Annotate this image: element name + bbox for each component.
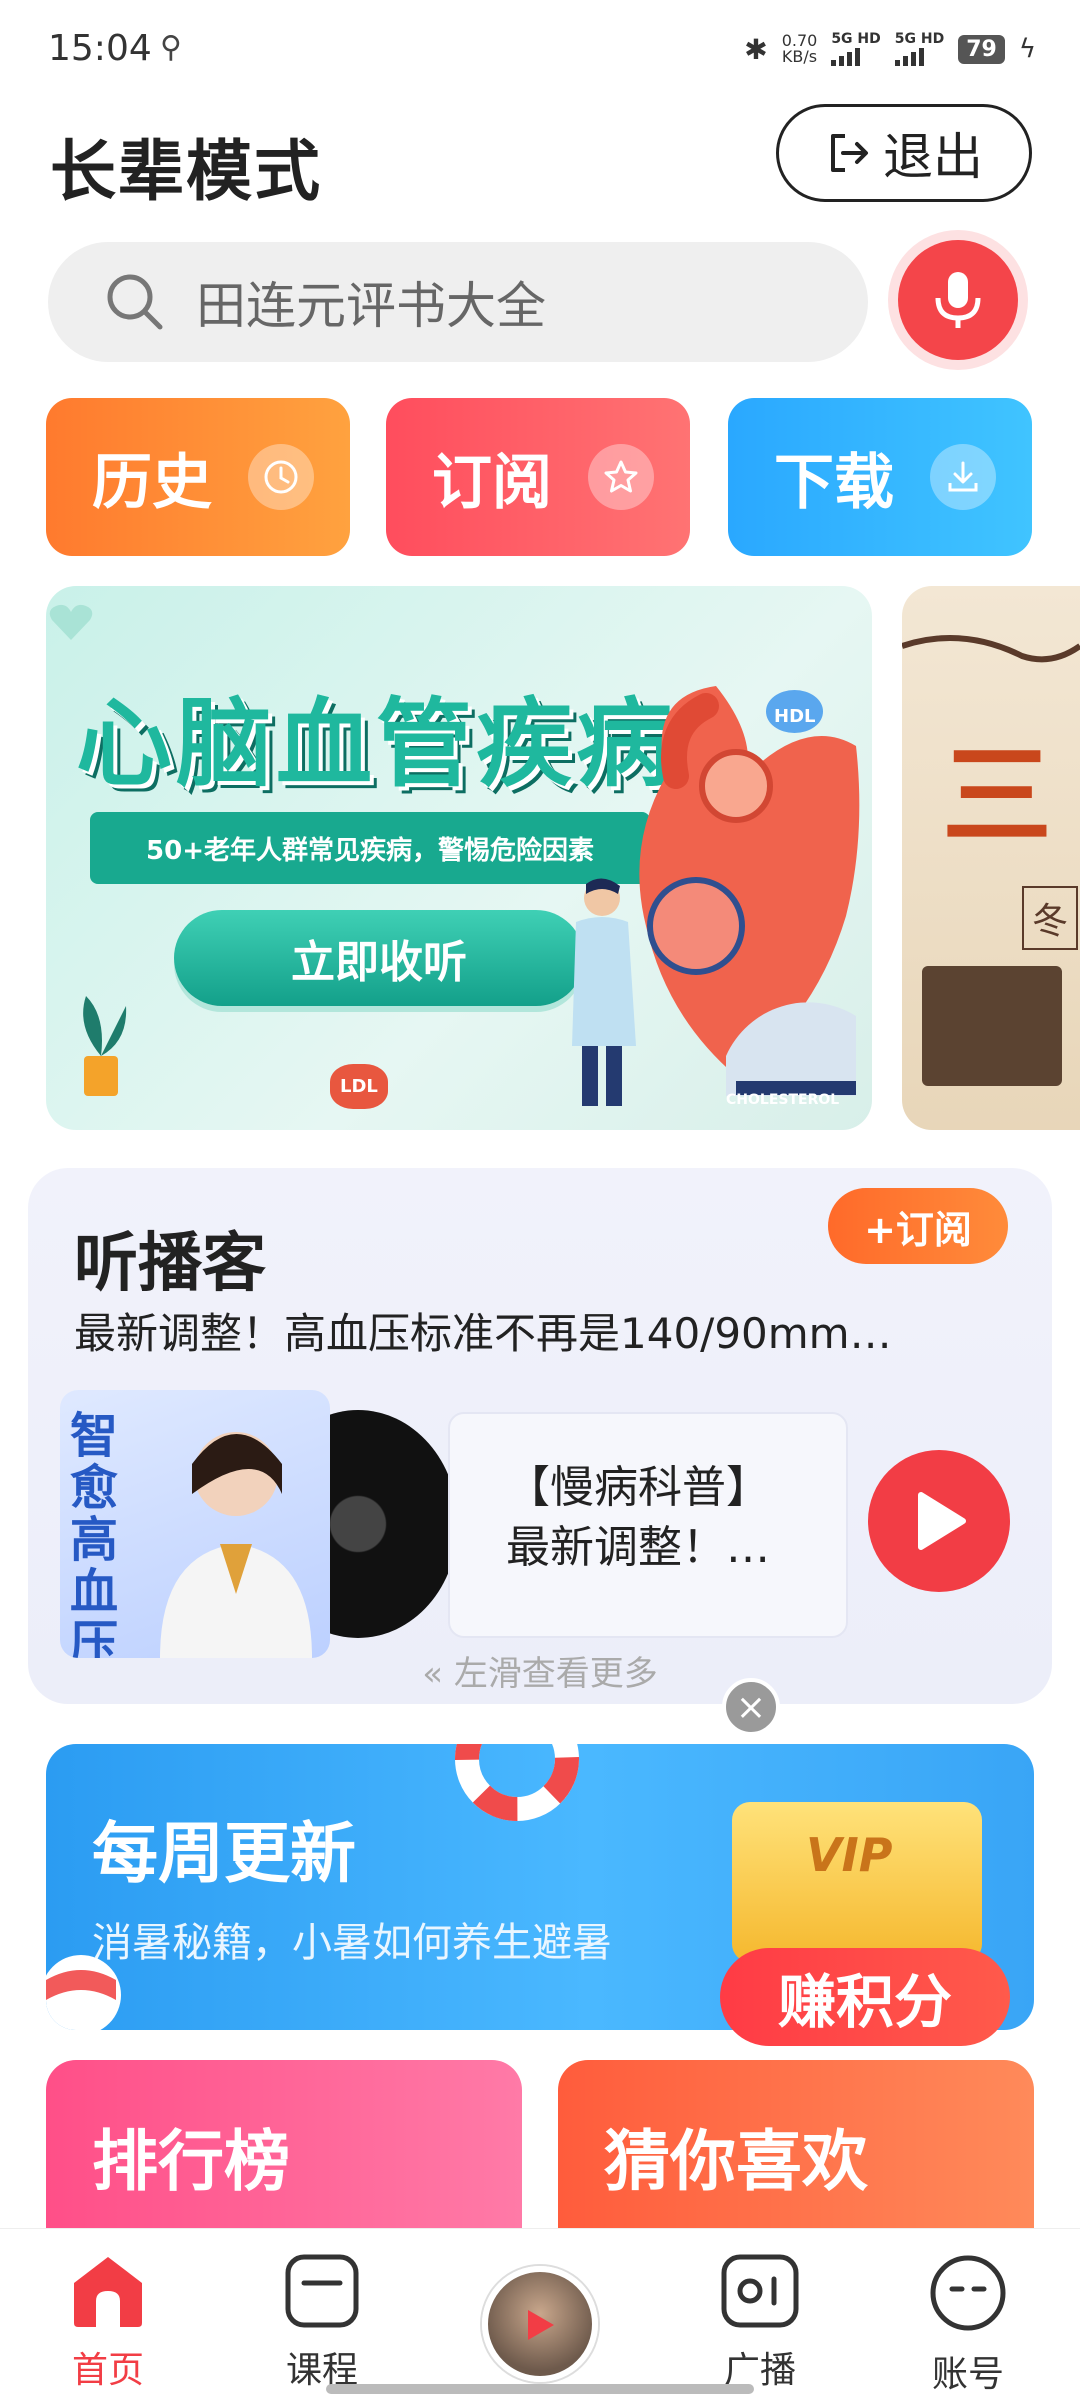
ldl-label: LDL [330,1064,388,1109]
nav-course[interactable]: 课程 [252,2253,392,2393]
logout-button[interactable]: 退出 [776,104,1032,202]
status-icons: ✱ 0.70 KB/s 5G HD 5G HD 79 ϟ [744,32,1036,66]
banner-heading: 心脑血管疾病 [76,688,676,800]
play-icon [528,2310,554,2340]
nav-home[interactable]: 首页 [38,2253,178,2393]
podcast-section: 听播客 +订阅 最新调整！高血压标准不再是140/90mm… 智愈高血压 【慢病… [28,1168,1052,1704]
search-icon [107,274,163,330]
usb-icon: ⚲ [160,30,182,65]
lifebuoy-icon [455,1744,579,1821]
clock-icon [248,444,314,510]
doctor-illustration [572,878,636,1106]
battery-level: 79 [958,34,1005,64]
course-icon [285,2254,359,2328]
beach-ball-icon [46,1955,121,2030]
bluetooth-icon: ✱ [744,32,768,66]
branch-decor-icon [902,635,1080,663]
signal-sim2: 5G HD [894,31,945,66]
signal-icon [831,46,880,66]
logout-label: 退出 [883,128,983,186]
cholesterol-label: CHOLESTEROL [726,1092,840,1108]
weekly-subtitle: 消暑秘籍，小暑如何养生避暑 [92,1920,612,1966]
next-banner[interactable]: 三 冬 [902,586,1080,1130]
weekly-title: 每周更新 [92,1815,356,1892]
microphone-icon [935,272,981,328]
network-speed: 0.70 KB/s [782,33,818,65]
page-title: 长辈模式 [50,133,322,210]
star-icon [588,444,654,510]
search-placeholder: 田连元评书大全 [196,277,546,335]
banner-subheading: 50+老年人群常见疾病，警惕危险因素 [90,812,650,884]
hdl-label: HDL [766,690,824,733]
download-button[interactable]: 下载 [728,398,1032,556]
plant-illustration [83,996,127,1096]
voice-search-button[interactable] [898,240,1018,360]
nav-account-label: 账号 [931,2354,1004,2395]
promo-banner[interactable]: 心脑血管疾病 50+老年人群常见疾病，警惕危险因素 立即收听 HDL LDL C… [46,586,872,1130]
home-icon [74,2257,142,2327]
play-button[interactable] [868,1450,1010,1592]
next-banner-title: 三 [942,732,1052,860]
account-icon [930,2255,1006,2331]
podcast-title: 听播客 [74,1227,266,1301]
swipe-hint-text: 左滑查看更多 [453,1654,658,1694]
close-icon[interactable]: × [722,1678,780,1736]
sim1-label: 5G HD [831,31,881,47]
next-banner-tag: 冬 [1022,886,1079,950]
episode-title-line2: 最新调整！… [506,1522,770,1573]
double-chevron-left-icon: « [422,1654,443,1694]
nav-radio[interactable]: 广播 [690,2253,830,2393]
podcast-headline[interactable]: 最新调整！高血压标准不再是140/90mm… [74,1300,892,1361]
home-indicator [326,2384,754,2394]
podcast-cover[interactable]: 智愈高血压 [60,1390,330,1658]
earn-points-button[interactable]: 赚积分 [720,1948,1010,2046]
radio-icon [721,2254,799,2328]
episode-title-line1: 【慢病科普】 [506,1462,770,1513]
recommend-label: 猜你喜欢 [604,2123,868,2200]
episode-title: 【慢病科普】 最新调整！… [478,1458,798,1578]
subscribe-label: 订阅 [432,447,552,518]
heart-decor-icon [49,604,93,640]
charging-icon: ϟ [1018,34,1036,64]
swipe-hint: « 左滑查看更多 [28,1646,1052,1695]
signal-sim1: 5G HD [831,31,881,66]
download-icon [930,444,996,510]
search-bar[interactable]: 田连元评书大全 [48,242,868,362]
herb-box-image [922,966,1062,1086]
speed-unit: KB/s [781,47,818,66]
doctor-photo [160,1432,312,1658]
now-playing-avatar[interactable] [482,2266,598,2382]
vip-label: VIP [806,1828,893,1882]
subscribe-button[interactable]: 订阅 [386,398,690,556]
history-button[interactable]: 历史 [46,398,350,556]
download-label: 下载 [774,447,894,518]
ranking-label: 排行榜 [92,2123,290,2200]
signal-icon [894,46,944,66]
status-time: 15:04 [48,28,152,69]
play-icon [918,1492,966,1550]
podcast-subscribe-button[interactable]: +订阅 [828,1188,1008,1264]
history-label: 历史 [92,447,212,518]
listen-now-button[interactable]: 立即收听 [174,910,584,1006]
nav-account[interactable]: 账号 [898,2253,1038,2397]
status-bar: 15:04 ⚲ ✱ 0.70 KB/s 5G HD 5G HD 79 ϟ [0,0,1080,100]
cover-title: 智愈高血压 [70,1408,119,1658]
nav-home-label: 首页 [71,2350,144,2391]
sim2-label: 5G HD [894,31,945,47]
vip-gift-box: VIP [732,1802,982,1962]
logout-icon [831,134,868,172]
